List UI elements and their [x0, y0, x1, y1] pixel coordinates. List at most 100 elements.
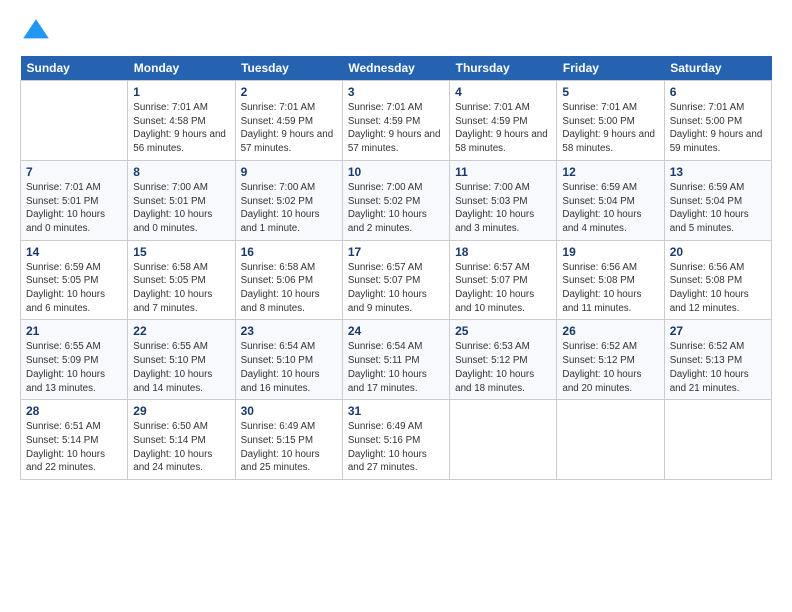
day-info: Sunrise: 7:01 AMSunset: 4:58 PMDaylight:… — [133, 101, 229, 156]
day-info: Sunrise: 6:56 AMSunset: 5:08 PMDaylight:… — [562, 261, 658, 316]
day-info: Sunrise: 6:55 AMSunset: 5:09 PMDaylight:… — [26, 340, 122, 395]
day-number: 31 — [348, 404, 444, 418]
day-number: 20 — [670, 245, 766, 259]
calendar-cell: 13 Sunrise: 6:59 AMSunset: 5:04 PMDayligh… — [664, 160, 771, 240]
day-number: 5 — [562, 85, 658, 99]
day-info: Sunrise: 6:59 AMSunset: 5:05 PMDaylight:… — [26, 261, 122, 316]
day-info: Sunrise: 7:00 AMSunset: 5:02 PMDaylight:… — [348, 181, 444, 236]
calendar-cell: 4Sunrise: 7:01 AMSunset: 4:59 PMDaylight… — [450, 81, 557, 161]
calendar-cell: 3 Sunrise: 7:01 AMSunset: 4:59 PMDaylight… — [342, 81, 449, 161]
day-number: 6 — [670, 85, 766, 99]
day-number: 9 — [241, 165, 337, 179]
day-number: 14 — [26, 245, 122, 259]
day-info: Sunrise: 6:54 AMSunset: 5:11 PMDaylight:… — [348, 340, 444, 395]
calendar-cell: 7 Sunrise: 7:01 AMSunset: 5:01 PMDaylight… — [21, 160, 128, 240]
header-day-wednesday: Wednesday — [342, 56, 449, 81]
header-day-thursday: Thursday — [450, 56, 557, 81]
calendar-cell: 10 Sunrise: 7:00 AMSunset: 5:02 PMDayligh… — [342, 160, 449, 240]
calendar-cell: 2 Sunrise: 7:01 AMSunset: 4:59 PMDaylight… — [235, 81, 342, 161]
calendar-cell: 17 Sunrise: 6:57 AMSunset: 5:07 PMDayligh… — [342, 240, 449, 320]
day-number: 2 — [241, 85, 337, 99]
calendar-cell: 18 Sunrise: 6:57 AMSunset: 5:07 PMDayligh… — [450, 240, 557, 320]
calendar-cell: 8 Sunrise: 7:00 AMSunset: 5:01 PMDaylight… — [128, 160, 235, 240]
day-info: Sunrise: 6:52 AMSunset: 5:12 PMDaylight:… — [562, 340, 658, 395]
day-info: Sunrise: 7:00 AMSunset: 5:03 PMDaylight:… — [455, 181, 551, 236]
day-number: 17 — [348, 245, 444, 259]
header-day-friday: Friday — [557, 56, 664, 81]
day-info: Sunrise: 7:01 AMSunset: 5:00 PMDaylight:… — [670, 101, 766, 156]
calendar-cell — [450, 400, 557, 480]
calendar-cell: 11 Sunrise: 7:00 AMSunset: 5:03 PMDayligh… — [450, 160, 557, 240]
week-row-1: 1 Sunrise: 7:01 AMSunset: 4:58 PMDaylight… — [21, 81, 772, 161]
day-number: 22 — [133, 324, 229, 338]
day-info: Sunrise: 6:57 AMSunset: 5:07 PMDaylight:… — [455, 261, 551, 316]
header-row: SundayMondayTuesdayWednesdayThursdayFrid… — [21, 56, 772, 81]
day-info: Sunrise: 6:49 AMSunset: 5:15 PMDaylight:… — [241, 420, 337, 475]
day-info: Sunrise: 6:55 AMSunset: 5:10 PMDaylight:… — [133, 340, 229, 395]
day-info: Sunrise: 6:59 AMSunset: 5:04 PMDaylight:… — [670, 181, 766, 236]
calendar-cell: 12Sunrise: 6:59 AMSunset: 5:04 PMDayligh… — [557, 160, 664, 240]
day-number: 27 — [670, 324, 766, 338]
day-info: Sunrise: 6:57 AMSunset: 5:07 PMDaylight:… — [348, 261, 444, 316]
day-number: 13 — [670, 165, 766, 179]
day-info: Sunrise: 7:01 AMSunset: 5:00 PMDaylight:… — [562, 101, 658, 156]
day-number: 24 — [348, 324, 444, 338]
calendar-cell: 28 Sunrise: 6:51 AMSunset: 5:14 PMDayligh… — [21, 400, 128, 480]
day-info: Sunrise: 6:58 AMSunset: 5:06 PMDaylight:… — [241, 261, 337, 316]
header-day-tuesday: Tuesday — [235, 56, 342, 81]
calendar-cell — [21, 81, 128, 161]
page-header — [20, 16, 772, 48]
day-info: Sunrise: 7:01 AMSunset: 4:59 PMDaylight:… — [348, 101, 444, 156]
day-number: 15 — [133, 245, 229, 259]
day-info: Sunrise: 6:49 AMSunset: 5:16 PMDaylight:… — [348, 420, 444, 475]
day-number: 19 — [562, 245, 658, 259]
day-number: 23 — [241, 324, 337, 338]
day-number: 26 — [562, 324, 658, 338]
logo — [20, 16, 56, 48]
day-number: 25 — [455, 324, 551, 338]
day-info: Sunrise: 7:01 AMSunset: 4:59 PMDaylight:… — [455, 101, 551, 156]
header-day-saturday: Saturday — [664, 56, 771, 81]
day-number: 16 — [241, 245, 337, 259]
calendar-cell — [664, 400, 771, 480]
day-number: 11 — [455, 165, 551, 179]
calendar-cell: 15Sunrise: 6:58 AMSunset: 5:05 PMDayligh… — [128, 240, 235, 320]
day-number: 29 — [133, 404, 229, 418]
calendar-cell: 30 Sunrise: 6:49 AMSunset: 5:15 PMDayligh… — [235, 400, 342, 480]
day-info: Sunrise: 6:59 AMSunset: 5:04 PMDaylight:… — [562, 181, 658, 236]
header-day-sunday: Sunday — [21, 56, 128, 81]
day-info: Sunrise: 6:54 AMSunset: 5:10 PMDaylight:… — [241, 340, 337, 395]
day-info: Sunrise: 7:00 AMSunset: 5:01 PMDaylight:… — [133, 181, 229, 236]
day-number: 8 — [133, 165, 229, 179]
week-row-2: 7 Sunrise: 7:01 AMSunset: 5:01 PMDaylight… — [21, 160, 772, 240]
calendar-cell: 19 Sunrise: 6:56 AMSunset: 5:08 PMDayligh… — [557, 240, 664, 320]
calendar-cell: 21 Sunrise: 6:55 AMSunset: 5:09 PMDayligh… — [21, 320, 128, 400]
calendar-cell: 22 Sunrise: 6:55 AMSunset: 5:10 PMDayligh… — [128, 320, 235, 400]
calendar-cell: 14 Sunrise: 6:59 AMSunset: 5:05 PMDayligh… — [21, 240, 128, 320]
day-info: Sunrise: 6:56 AMSunset: 5:08 PMDaylight:… — [670, 261, 766, 316]
day-number: 7 — [26, 165, 122, 179]
day-info: Sunrise: 7:01 AMSunset: 5:01 PMDaylight:… — [26, 181, 122, 236]
calendar-cell: 26 Sunrise: 6:52 AMSunset: 5:12 PMDayligh… — [557, 320, 664, 400]
day-info: Sunrise: 6:53 AMSunset: 5:12 PMDaylight:… — [455, 340, 551, 395]
calendar-cell: 9Sunrise: 7:00 AMSunset: 5:02 PMDaylight… — [235, 160, 342, 240]
day-number: 3 — [348, 85, 444, 99]
calendar-cell: 1 Sunrise: 7:01 AMSunset: 4:58 PMDaylight… — [128, 81, 235, 161]
day-info: Sunrise: 6:50 AMSunset: 5:14 PMDaylight:… — [133, 420, 229, 475]
calendar-cell: 20 Sunrise: 6:56 AMSunset: 5:08 PMDayligh… — [664, 240, 771, 320]
day-info: Sunrise: 6:51 AMSunset: 5:14 PMDaylight:… — [26, 420, 122, 475]
calendar-cell: 24 Sunrise: 6:54 AMSunset: 5:11 PMDayligh… — [342, 320, 449, 400]
day-number: 30 — [241, 404, 337, 418]
day-info: Sunrise: 7:01 AMSunset: 4:59 PMDaylight:… — [241, 101, 337, 156]
calendar-cell: 25 Sunrise: 6:53 AMSunset: 5:12 PMDayligh… — [450, 320, 557, 400]
calendar-cell: 29 Sunrise: 6:50 AMSunset: 5:14 PMDayligh… — [128, 400, 235, 480]
day-number: 1 — [133, 85, 229, 99]
day-number: 21 — [26, 324, 122, 338]
day-info: Sunrise: 6:52 AMSunset: 5:13 PMDaylight:… — [670, 340, 766, 395]
day-number: 28 — [26, 404, 122, 418]
week-row-5: 28 Sunrise: 6:51 AMSunset: 5:14 PMDayligh… — [21, 400, 772, 480]
week-row-4: 21 Sunrise: 6:55 AMSunset: 5:09 PMDayligh… — [21, 320, 772, 400]
day-number: 18 — [455, 245, 551, 259]
calendar-table: SundayMondayTuesdayWednesdayThursdayFrid… — [20, 56, 772, 480]
day-number: 10 — [348, 165, 444, 179]
